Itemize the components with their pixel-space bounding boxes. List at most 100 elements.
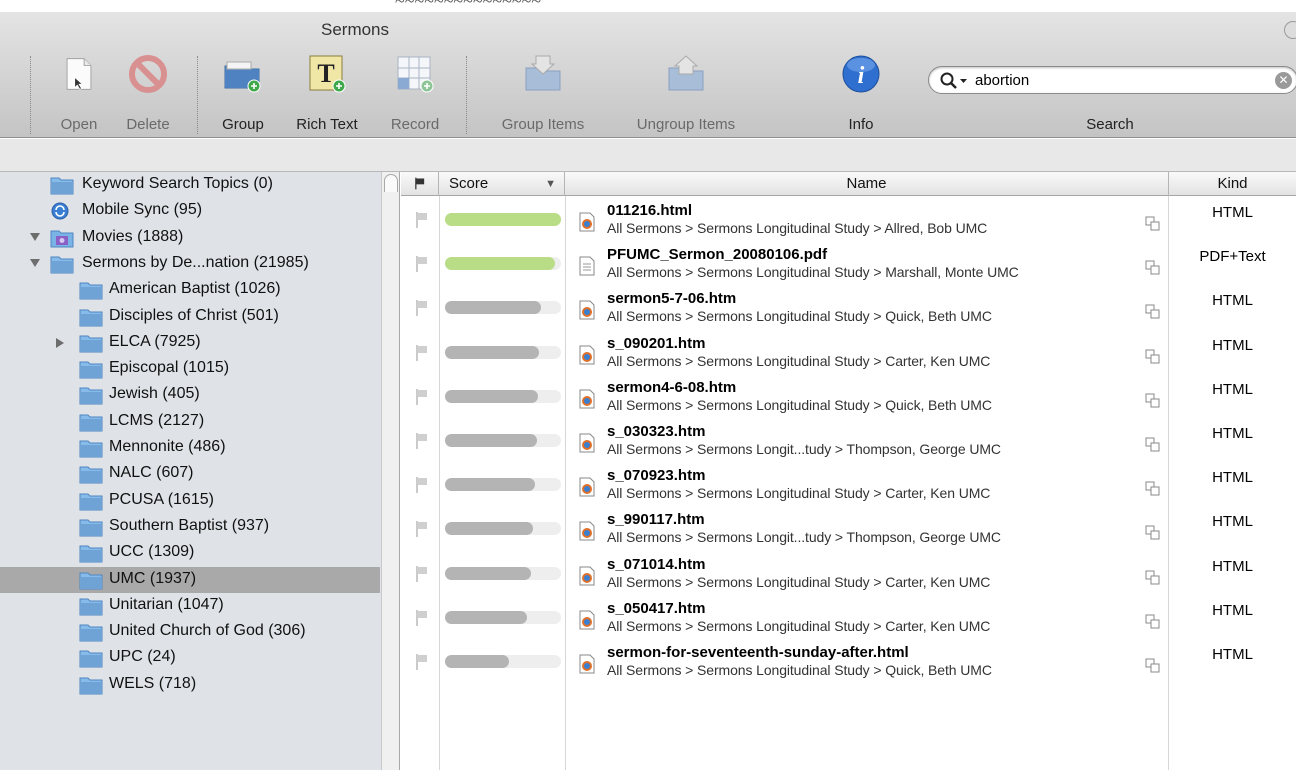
sidebar-item[interactable]: Sermons by De...nation (21985): [0, 251, 380, 277]
table-row[interactable]: 011216.html All Sermons > Sermons Longitu…: [401, 200, 1296, 244]
flag-icon[interactable]: [416, 344, 428, 361]
flag-icon[interactable]: [416, 565, 428, 582]
file-kind: HTML: [1212, 425, 1253, 442]
search-icon[interactable]: [939, 71, 969, 91]
sort-descending-icon: ▼: [545, 178, 556, 190]
table-row[interactable]: sermon5-7-06.htm All Sermons > Sermons Lo…: [401, 288, 1296, 332]
group-button[interactable]: Group: [207, 50, 279, 134]
score-bar-fill: [445, 301, 542, 315]
window-close-button[interactable]: [1284, 21, 1296, 39]
file-kind: HTML: [1212, 557, 1253, 575]
score-bar-fill: [445, 213, 561, 226]
sidebar-item[interactable]: Unitarian (1047): [0, 593, 380, 619]
svg-text:i: i: [858, 63, 865, 89]
kind-column-header[interactable]: Kind: [1169, 172, 1296, 196]
flag-icon[interactable]: [416, 654, 428, 670]
search-field[interactable]: ✕: [928, 66, 1296, 94]
table-row[interactable]: s_071014.htm All Sermons > Sermons Longit…: [401, 554, 1296, 598]
sidebar-item[interactable]: United Church of God (306): [0, 619, 380, 645]
group-items-button[interactable]: Group Items: [488, 50, 598, 134]
sidebar-item-label: Keyword Search Topics (0): [82, 175, 273, 192]
info-button[interactable]: i Info: [826, 50, 896, 134]
sidebar-item[interactable]: Jewish (405): [0, 382, 380, 408]
score-bar-fill: [445, 610, 528, 624]
flag-icon[interactable]: [416, 433, 428, 449]
table-row[interactable]: PFUMC_Sermon_20080106.pdf All Sermons > S…: [401, 244, 1296, 288]
clear-search-icon[interactable]: ✕: [1275, 72, 1292, 89]
document-icon: [66, 58, 92, 90]
sidebar-item[interactable]: PCUSA (1615): [0, 488, 380, 514]
table-row[interactable]: s_070923.htm All Sermons > Sermons Longit…: [401, 465, 1296, 509]
replicant-icon[interactable]: [1145, 658, 1161, 674]
folder-icon: [79, 572, 103, 589]
folder-icon: [79, 361, 103, 379]
replicant-icon[interactable]: [1145, 393, 1161, 409]
name-column-header[interactable]: Name: [565, 172, 1169, 196]
sidebar-item[interactable]: Mennonite (486): [0, 435, 380, 461]
record-button[interactable]: Record: [380, 50, 450, 134]
sidebar-item[interactable]: WELS (718): [0, 672, 380, 698]
replicant-icon[interactable]: [1145, 570, 1161, 586]
sidebar-item[interactable]: Southern Baptist (937): [0, 514, 380, 540]
flag-icon[interactable]: [416, 300, 428, 317]
search-input[interactable]: [975, 70, 1265, 90]
html-document-icon: [579, 345, 595, 365]
replicant-icon[interactable]: [1145, 216, 1161, 232]
replicant-icon[interactable]: [1145, 481, 1161, 497]
sidebar-item[interactable]: LCMS (2127): [0, 409, 380, 435]
sidebar-item-label: Mennonite (486): [109, 438, 226, 455]
folder-icon: [79, 414, 103, 432]
table-row[interactable]: s_030323.htm All Sermons > Sermons Longit…: [401, 421, 1296, 465]
disclosure-open-icon[interactable]: [30, 258, 40, 267]
sidebar-item[interactable]: UPC (24): [0, 645, 380, 671]
table-row[interactable]: s_050417.htm All Sermons > Sermons Longit…: [401, 598, 1296, 642]
scrollbar-cap[interactable]: [384, 174, 398, 192]
table-row[interactable]: s_090201.htm All Sermons > Sermons Longit…: [401, 333, 1296, 377]
score-column-header[interactable]: Score ▼: [439, 172, 565, 196]
replicant-icon[interactable]: [1145, 260, 1161, 276]
replicant-icon[interactable]: [1145, 349, 1161, 365]
file-kind: HTML: [1212, 380, 1253, 398]
sidebar-item[interactable]: Movies (1888): [0, 225, 380, 251]
sidebar-item[interactable]: Keyword Search Topics (0): [0, 172, 380, 198]
table-row[interactable]: s_990117.htm All Sermons > Sermons Longit…: [401, 509, 1296, 553]
sidebar-item[interactable]: UMC (1937): [0, 566, 380, 593]
table-row[interactable]: sermon-for-seventeenth-sunday-after.html…: [401, 642, 1296, 686]
disclosure-closed-icon[interactable]: [56, 337, 64, 348]
replicant-icon[interactable]: [1145, 437, 1161, 453]
folder-icon: [79, 545, 103, 563]
table-row[interactable]: sermon4-6-08.htm All Sermons > Sermons Lo…: [401, 377, 1296, 421]
sidebar-item[interactable]: UCC (1309): [0, 540, 380, 566]
sidebar-item[interactable]: American Baptist (1026): [0, 277, 380, 303]
open-button[interactable]: Open: [40, 50, 118, 134]
flag-column-header[interactable]: [401, 172, 439, 196]
flag-icon[interactable]: [416, 212, 428, 228]
flag-icon[interactable]: [416, 256, 428, 273]
rich-text-button[interactable]: T Rich Text: [284, 50, 370, 134]
sidebar-item[interactable]: Disciples of Christ (501): [0, 304, 380, 330]
score-bar: [445, 434, 561, 447]
flag-icon[interactable]: [416, 388, 428, 405]
ungroup-items-button[interactable]: Ungroup Items: [618, 50, 754, 134]
score-bar-fill: [445, 478, 536, 492]
flag-icon[interactable]: [416, 521, 428, 538]
flag-icon[interactable]: [416, 477, 428, 494]
replicant-icon[interactable]: [1145, 525, 1161, 541]
html-document-icon: [579, 477, 595, 497]
toolbar-separator: [466, 56, 467, 134]
replicant-icon[interactable]: [1145, 304, 1161, 320]
folder-icon: [50, 177, 74, 195]
sidebar-item[interactable]: Mobile Sync (95): [0, 198, 380, 224]
sidebar-item-label: Movies (1888): [82, 227, 184, 245]
file-name: s_090201.htm: [607, 334, 706, 352]
delete-button[interactable]: Delete: [112, 50, 184, 134]
sidebar-item[interactable]: NALC (607): [0, 461, 380, 487]
sidebar-item[interactable]: Episcopal (1015): [0, 356, 380, 382]
replicant-icon[interactable]: [1145, 614, 1161, 630]
flag-icon[interactable]: [416, 609, 428, 626]
sidebar-scrollbar[interactable]: [381, 172, 399, 770]
file-kind: HTML: [1212, 646, 1253, 663]
disclosure-open-icon[interactable]: [30, 232, 40, 241]
score-bar-fill: [445, 389, 538, 403]
sidebar-item[interactable]: ELCA (7925): [0, 330, 380, 356]
